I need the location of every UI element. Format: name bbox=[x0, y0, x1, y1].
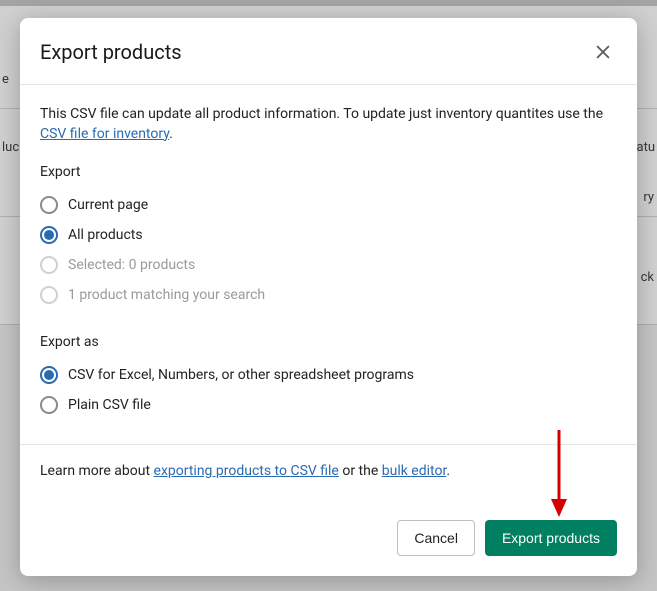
radio-icon bbox=[40, 286, 58, 304]
modal-description: This CSV file can update all product inf… bbox=[40, 105, 617, 144]
modal-body: This CSV file can update all product inf… bbox=[20, 85, 637, 520]
export-format-label: Export as bbox=[40, 334, 617, 350]
radio-label: Selected: 0 products bbox=[68, 257, 195, 273]
radio-selected-products: Selected: 0 products bbox=[40, 250, 617, 280]
close-icon bbox=[594, 43, 612, 61]
bulk-editor-link[interactable]: bulk editor bbox=[382, 463, 447, 479]
export-scope-label: Export bbox=[40, 164, 617, 180]
help-prefix: Learn more about bbox=[40, 463, 154, 479]
radio-plain-csv[interactable]: Plain CSV file bbox=[40, 390, 617, 420]
radio-label: Current page bbox=[68, 197, 148, 213]
help-mid: or the bbox=[339, 463, 382, 479]
radio-icon bbox=[40, 396, 58, 414]
radio-label: CSV for Excel, Numbers, or other spreads… bbox=[68, 367, 414, 383]
radio-all-products[interactable]: All products bbox=[40, 220, 617, 250]
modal-actions: Cancel Export products bbox=[20, 520, 637, 576]
help-suffix: . bbox=[446, 463, 450, 479]
radio-icon bbox=[40, 196, 58, 214]
radio-label: 1 product matching your search bbox=[68, 287, 265, 303]
radio-icon bbox=[40, 226, 58, 244]
radio-icon bbox=[40, 256, 58, 274]
cancel-button[interactable]: Cancel bbox=[397, 520, 475, 556]
radio-csv-excel[interactable]: CSV for Excel, Numbers, or other spreads… bbox=[40, 360, 617, 390]
export-products-button[interactable]: Export products bbox=[485, 520, 617, 556]
radio-current-page[interactable]: Current page bbox=[40, 190, 617, 220]
export-products-modal: Export products This CSV file can update… bbox=[20, 18, 637, 576]
radio-label: Plain CSV file bbox=[68, 397, 151, 413]
radio-label: All products bbox=[68, 227, 143, 243]
export-format-group: CSV for Excel, Numbers, or other spreads… bbox=[40, 360, 617, 420]
modal-title: Export products bbox=[40, 40, 182, 64]
csv-inventory-link[interactable]: CSV file for inventory bbox=[40, 126, 169, 142]
desc-suffix: . bbox=[169, 126, 173, 142]
modal-header: Export products bbox=[20, 18, 637, 85]
export-csv-help-link[interactable]: exporting products to CSV file bbox=[154, 463, 339, 479]
export-scope-group: Current page All products Selected: 0 pr… bbox=[40, 190, 617, 310]
radio-icon bbox=[40, 366, 58, 384]
footer-help-text: Learn more about exporting products to C… bbox=[40, 445, 617, 499]
desc-text: This CSV file can update all product inf… bbox=[40, 106, 603, 122]
close-button[interactable] bbox=[589, 38, 617, 66]
radio-matching-search: 1 product matching your search bbox=[40, 280, 617, 310]
